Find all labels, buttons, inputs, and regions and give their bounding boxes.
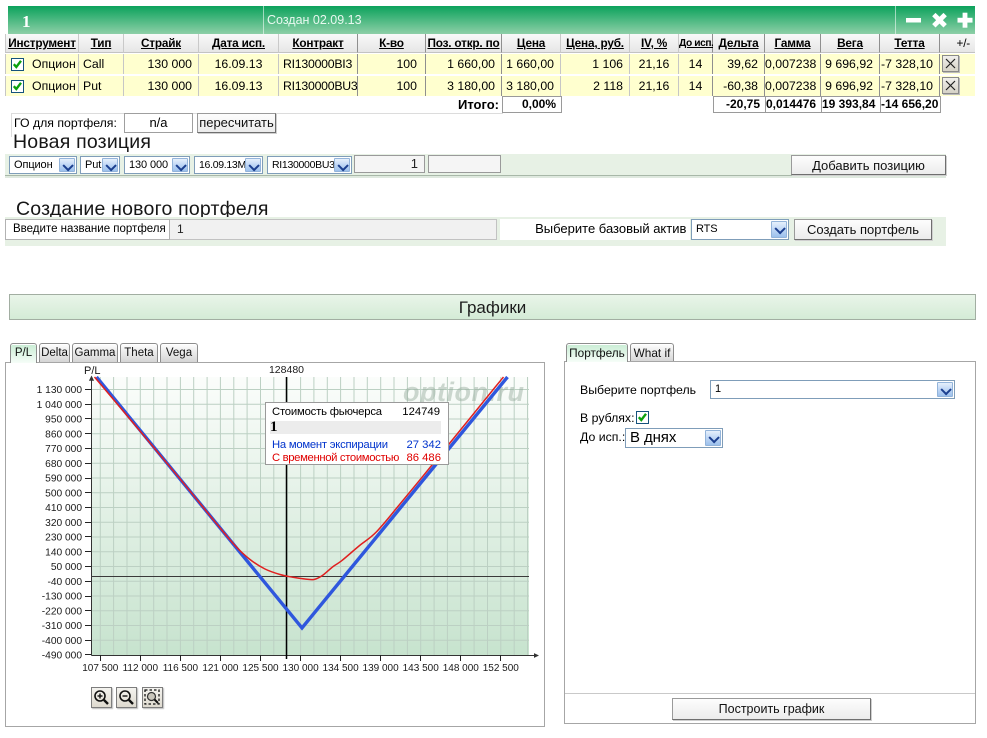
svg-text:-220 000: -220 000	[42, 606, 83, 617]
svg-text:140 000: 140 000	[45, 547, 82, 558]
svg-text:107 500: 107 500	[82, 663, 119, 674]
svg-text:139 000: 139 000	[363, 663, 400, 674]
svg-text:116 500: 116 500	[163, 663, 199, 674]
svg-text:950 000: 950 000	[45, 415, 82, 426]
svg-text:320 000: 320 000	[45, 518, 82, 529]
svg-text:860 000: 860 000	[45, 429, 82, 440]
svg-text:143 500: 143 500	[403, 663, 440, 674]
svg-text:152 500: 152 500	[483, 663, 520, 674]
svg-text:1 040 000: 1 040 000	[37, 400, 83, 411]
svg-text:130 000: 130 000	[283, 663, 320, 674]
svg-text:680 000: 680 000	[45, 459, 82, 470]
svg-text:134 500: 134 500	[323, 663, 360, 674]
svg-text:50 000: 50 000	[51, 562, 82, 573]
svg-text:770 000: 770 000	[45, 444, 82, 455]
svg-text:112 000: 112 000	[123, 663, 159, 674]
svg-text:121 000: 121 000	[202, 663, 239, 674]
svg-text:230 000: 230 000	[45, 533, 82, 544]
svg-text:-490 000: -490 000	[42, 651, 83, 662]
svg-text:1 130 000: 1 130 000	[37, 385, 83, 396]
svg-text:125 500: 125 500	[242, 663, 279, 674]
svg-text:P/L: P/L	[84, 365, 101, 377]
svg-text:500 000: 500 000	[45, 488, 82, 499]
svg-text:-130 000: -130 000	[42, 592, 83, 603]
svg-text:128480: 128480	[269, 364, 304, 376]
svg-text:-40 000: -40 000	[47, 577, 82, 588]
svg-text:590 000: 590 000	[45, 474, 82, 485]
svg-text:-310 000: -310 000	[42, 621, 83, 632]
svg-text:410 000: 410 000	[45, 503, 82, 514]
svg-text:148 000: 148 000	[443, 663, 480, 674]
svg-text:-400 000: -400 000	[42, 636, 83, 647]
